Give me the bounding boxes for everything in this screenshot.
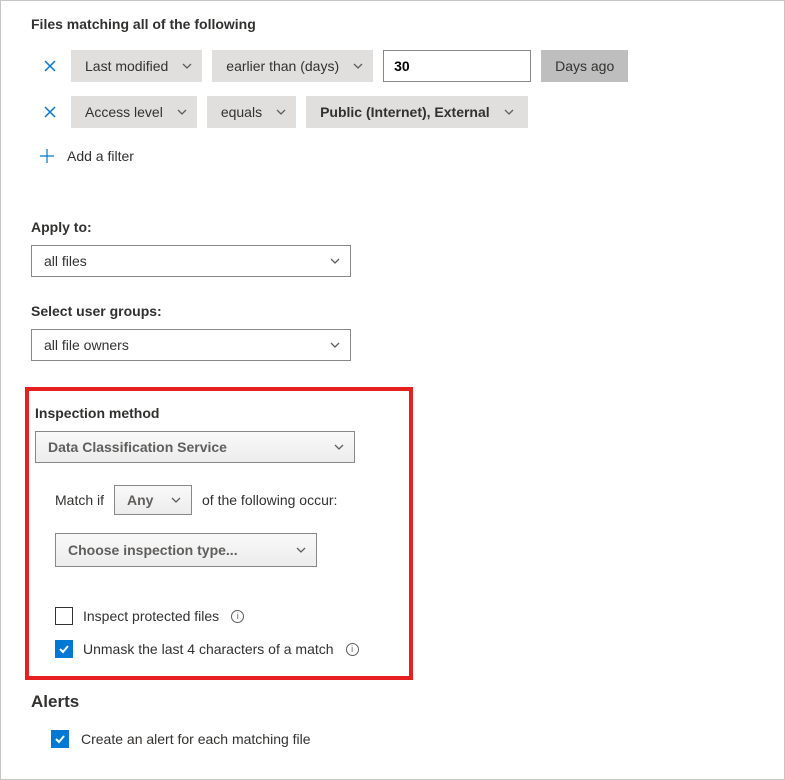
chevron-down-icon xyxy=(330,256,340,266)
unmask-row: Unmask the last 4 characters of a match … xyxy=(55,640,393,658)
inspection-method-select[interactable]: Data Classification Service xyxy=(35,431,355,463)
filter-operator-select[interactable]: equals xyxy=(207,96,296,128)
user-groups-select[interactable]: all file owners xyxy=(31,329,351,361)
add-filter-label: Add a filter xyxy=(67,148,134,164)
match-mode-select[interactable]: Any xyxy=(114,485,192,515)
filter-field-select[interactable]: Access level xyxy=(71,96,197,128)
chevron-down-icon xyxy=(296,545,306,555)
inspection-method-highlight: Inspection method Data Classification Se… xyxy=(25,387,413,680)
chevron-down-icon xyxy=(171,495,181,505)
filter-row: Last modified earlier than (days) Days a… xyxy=(39,50,754,82)
user-groups-group: Select user groups: all file owners xyxy=(31,303,754,361)
filter-value-input[interactable] xyxy=(383,50,531,82)
inspect-protected-checkbox[interactable] xyxy=(55,607,73,625)
match-condition-row: Match if Any of the following occur: xyxy=(55,485,393,515)
chevron-down-icon xyxy=(330,340,340,350)
filter-operator-label: equals xyxy=(221,104,262,120)
apply-to-value: all files xyxy=(44,253,87,269)
close-icon xyxy=(44,106,56,118)
filter-field-label: Last modified xyxy=(85,58,168,74)
chevron-down-icon xyxy=(353,61,363,71)
info-icon[interactable]: i xyxy=(231,610,244,623)
unmask-checkbox[interactable] xyxy=(55,640,73,658)
filter-value-select[interactable]: Public (Internet), External xyxy=(306,96,528,128)
alerts-heading: Alerts xyxy=(31,692,754,712)
inspection-type-select[interactable]: Choose inspection type... xyxy=(55,533,317,567)
filter-unit-label: Days ago xyxy=(541,50,628,82)
check-icon xyxy=(58,643,70,655)
inspection-type-placeholder: Choose inspection type... xyxy=(68,542,238,558)
user-groups-value: all file owners xyxy=(44,337,129,353)
chevron-down-icon xyxy=(504,107,514,117)
chevron-down-icon xyxy=(177,107,187,117)
match-suffix-text: of the following occur: xyxy=(202,492,337,508)
remove-filter-button[interactable] xyxy=(39,101,61,123)
filter-field-select[interactable]: Last modified xyxy=(71,50,202,82)
inspection-method-value: Data Classification Service xyxy=(48,439,227,455)
inspect-protected-label: Inspect protected files xyxy=(83,608,219,624)
filter-operator-label: earlier than (days) xyxy=(226,58,339,74)
filter-value-label: Public (Internet), External xyxy=(320,104,490,120)
chevron-down-icon xyxy=(182,61,192,71)
create-alert-checkbox[interactable] xyxy=(51,730,69,748)
create-alert-label: Create an alert for each matching file xyxy=(81,731,311,747)
create-alert-row: Create an alert for each matching file xyxy=(51,730,754,748)
filters-block: Last modified earlier than (days) Days a… xyxy=(39,50,754,164)
filter-row: Access level equals Public (Internet), E… xyxy=(39,96,754,128)
policy-form: Files matching all of the following Last… xyxy=(0,0,785,780)
plus-icon xyxy=(39,148,55,164)
chevron-down-icon xyxy=(276,107,286,117)
chevron-down-icon xyxy=(334,442,344,452)
user-groups-label: Select user groups: xyxy=(31,303,754,319)
remove-filter-button[interactable] xyxy=(39,55,61,77)
files-matching-heading: Files matching all of the following xyxy=(31,16,754,32)
match-mode-value: Any xyxy=(127,492,153,508)
match-prefix-text: Match if xyxy=(55,492,104,508)
apply-to-label: Apply to: xyxy=(31,219,754,235)
inspect-protected-row: Inspect protected files i xyxy=(55,607,393,625)
check-icon xyxy=(54,733,66,745)
apply-to-select[interactable]: all files xyxy=(31,245,351,277)
info-icon[interactable]: i xyxy=(346,643,359,656)
filter-field-label: Access level xyxy=(85,104,163,120)
apply-to-group: Apply to: all files xyxy=(31,219,754,277)
unmask-label: Unmask the last 4 characters of a match xyxy=(83,641,334,657)
inspection-method-label: Inspection method xyxy=(35,405,393,421)
close-icon xyxy=(44,60,56,72)
add-filter-button[interactable]: Add a filter xyxy=(39,148,754,164)
filter-operator-select[interactable]: earlier than (days) xyxy=(212,50,373,82)
